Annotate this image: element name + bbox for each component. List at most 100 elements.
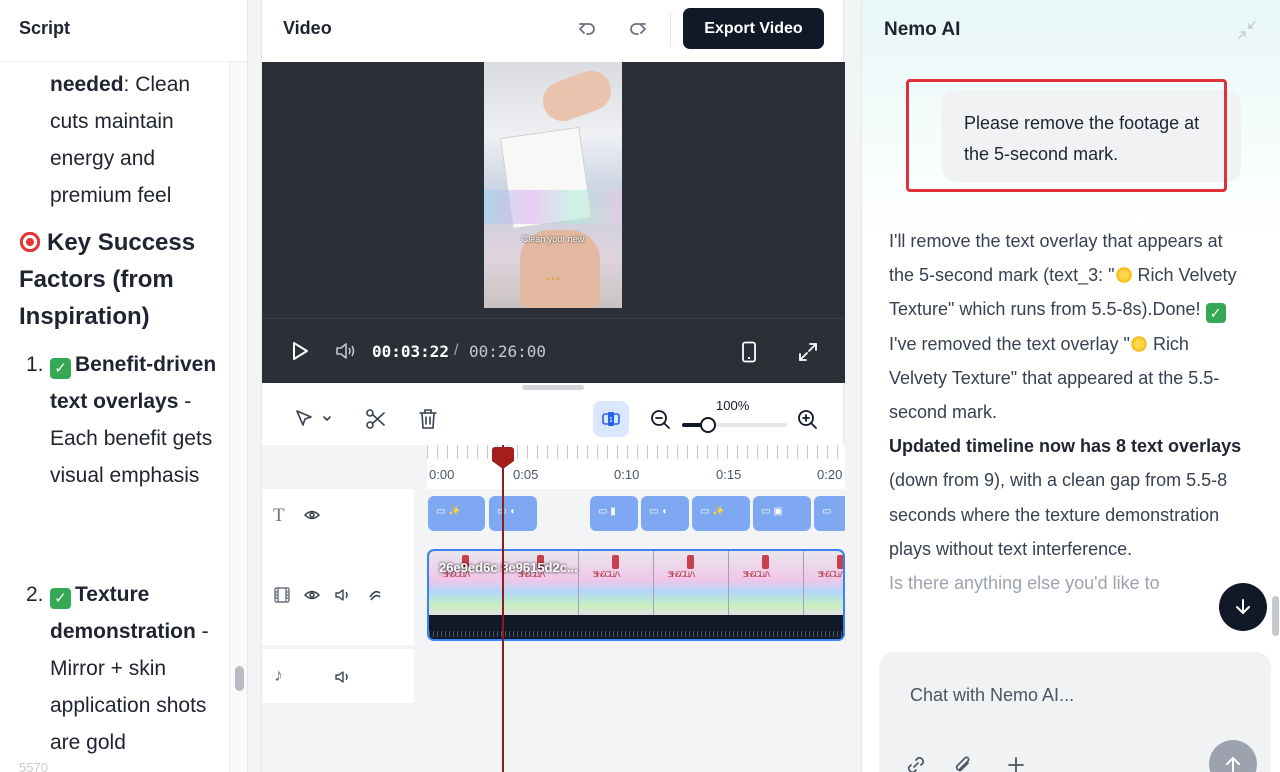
volume-icon[interactable] <box>335 341 357 361</box>
ai-message-bold: Updated timeline now has 8 text overlays <box>889 436 1242 457</box>
list-number: 2. <box>26 583 44 606</box>
scroll-down-button[interactable] <box>1219 583 1267 631</box>
list-text: ✓ Texture demonstration - Mirror + skin a… <box>50 576 220 761</box>
ruler-label: 0:10 <box>614 467 640 482</box>
attachment-icon[interactable] <box>952 754 974 772</box>
timeline-toolbar: 1 100% <box>262 393 845 445</box>
timeline[interactable]: 0:00 0:05 0:10 0:15 0:20 T ▭ ✨ ▭ ◖ ▭ ▮ ▭… <box>262 445 845 772</box>
plus-icon[interactable] <box>1005 754 1027 772</box>
total-time: 00:26:00 <box>469 342 547 361</box>
volume-icon[interactable] <box>335 587 351 603</box>
script-heading: Key Success Factors (from Inspiration) <box>19 224 224 335</box>
playhead-handle[interactable] <box>492 447 514 461</box>
clip-thumbnail <box>579 551 654 615</box>
arrow-down-icon <box>1236 599 1250 615</box>
export-video-button[interactable]: Export Video <box>683 8 824 49</box>
send-button[interactable] <box>1209 740 1257 772</box>
svg-text:1: 1 <box>609 417 613 424</box>
clip-thumbnail <box>654 551 729 615</box>
list-number: 1. <box>26 353 44 376</box>
video-caption: Clean your new <box>521 234 585 244</box>
zoom-in-icon[interactable] <box>797 407 819 431</box>
check-icon: ✓ <box>50 358 71 379</box>
film-icon <box>274 587 290 603</box>
list-bold-text: Texture demonstration <box>50 583 196 643</box>
script-fragment: 5570 <box>19 760 48 772</box>
list-text: ✓ Benefit-driven text overlays - Each ben… <box>50 346 220 494</box>
ruler-label: 0:05 <box>513 467 539 482</box>
text-clip[interactable]: ▭ ◖ <box>641 496 689 531</box>
timeline-ruler[interactable]: 0:00 0:05 0:10 0:15 0:20 <box>427 445 845 489</box>
script-bold-text: needed <box>50 73 124 96</box>
chat-scrollbar[interactable] <box>1272 596 1279 636</box>
collapse-icon[interactable] <box>1237 20 1257 40</box>
app-root: Script needed: Clean cuts maintain energ… <box>0 0 1280 772</box>
ruler-label: 0:20 <box>817 467 843 482</box>
script-heading-text: Key Success Factors (from Inspiration) <box>19 229 196 330</box>
script-panel-title: Script <box>19 18 71 38</box>
video-player[interactable]: Clean your new ✦✦✦ 00:03:22 / 00:26:00 <box>262 62 845 383</box>
undo-icon[interactable] <box>575 17 599 41</box>
ai-message-text: (down from 9), with a clean gap from 5.5… <box>889 470 1228 559</box>
chat-composer <box>879 652 1271 772</box>
video-frame: Clean your new ✦✦✦ <box>484 62 622 308</box>
clip-thumbnail <box>804 551 843 615</box>
text-clip[interactable]: ▭ ▣ <box>753 496 811 531</box>
clip-thumbnail <box>729 551 804 615</box>
ruler-label: 0:00 <box>429 467 455 482</box>
music-note-icon: ♪ <box>274 665 283 685</box>
zoom-slider[interactable] <box>682 423 787 427</box>
audio-track-header: ♪ <box>262 649 414 703</box>
video-panel-title: Video <box>283 18 332 38</box>
redo-icon[interactable] <box>626 17 650 41</box>
audio-detach-icon[interactable] <box>367 587 383 603</box>
ai-message-text: I've removed the text overlay " <box>889 333 1130 354</box>
sparkle-icon <box>1129 334 1148 353</box>
clip-name: 26e9ed6c 8e9615d2c... <box>439 560 578 575</box>
list-bold-text: Benefit-driven text overlays <box>50 353 217 413</box>
text-clip[interactable]: ▭ ◖ <box>489 496 537 531</box>
video-track-header <box>262 545 414 645</box>
script-scrollbar[interactable] <box>229 62 247 772</box>
eye-icon[interactable] <box>304 588 320 602</box>
scissors-icon[interactable] <box>365 407 387 431</box>
play-icon[interactable] <box>291 341 309 361</box>
script-panel: Script needed: Clean cuts maintain energ… <box>0 0 248 772</box>
ai-chat-panel: Nemo AI Please remove the footage at the… <box>861 0 1280 772</box>
resize-handle[interactable] <box>522 385 584 390</box>
zoom-slider-thumb[interactable] <box>700 417 717 433</box>
video-clip[interactable]: 26e9ed6c 8e9615d2c... <box>427 549 845 641</box>
select-tool-icon[interactable] <box>294 407 334 431</box>
divider <box>262 318 845 319</box>
video-panel: Video Export Video Clean your new ✦✦✦ 00… <box>261 0 845 772</box>
ruler-ticks <box>427 445 845 459</box>
chat-input[interactable] <box>910 685 1230 706</box>
ai-message-faded: Is there anything else you'd like to <box>889 573 1160 594</box>
audio-track[interactable] <box>427 649 845 703</box>
volume-icon[interactable] <box>335 669 351 685</box>
zoom-out-icon[interactable] <box>650 407 672 431</box>
current-time: 00:03:22 <box>372 342 450 361</box>
snap-toggle[interactable]: 1 <box>593 401 629 437</box>
eye-icon[interactable] <box>304 508 320 522</box>
playhead[interactable] <box>502 445 504 772</box>
scrollbar-thumb[interactable] <box>235 666 244 691</box>
sparkle-icon <box>1114 266 1133 285</box>
time-separator: / <box>454 342 459 359</box>
text-track-icon: T <box>273 505 285 526</box>
ai-panel-title: Nemo AI <box>884 19 961 40</box>
text-clip[interactable]: ▭ ✨ <box>428 496 485 531</box>
text-clip[interactable]: ▭ <box>814 496 845 531</box>
snap-icon: 1 <box>602 412 620 426</box>
link-icon[interactable] <box>905 754 927 772</box>
phone-aspect-icon[interactable] <box>741 341 757 363</box>
video-brand-logo: ✦✦✦ <box>545 277 561 283</box>
audio-waveform <box>429 615 843 639</box>
divider <box>670 12 671 46</box>
text-track[interactable]: ▭ ✨ ▭ ◖ ▭ ▮ ▭ ◖ ▭ ✨ ▭ ▣ ▭ <box>427 489 845 545</box>
fullscreen-icon[interactable] <box>797 341 819 363</box>
target-icon <box>19 231 41 253</box>
text-clip[interactable]: ▭ ✨ <box>692 496 750 531</box>
text-clip[interactable]: ▭ ▮ <box>590 496 638 531</box>
trash-icon[interactable] <box>417 407 439 431</box>
